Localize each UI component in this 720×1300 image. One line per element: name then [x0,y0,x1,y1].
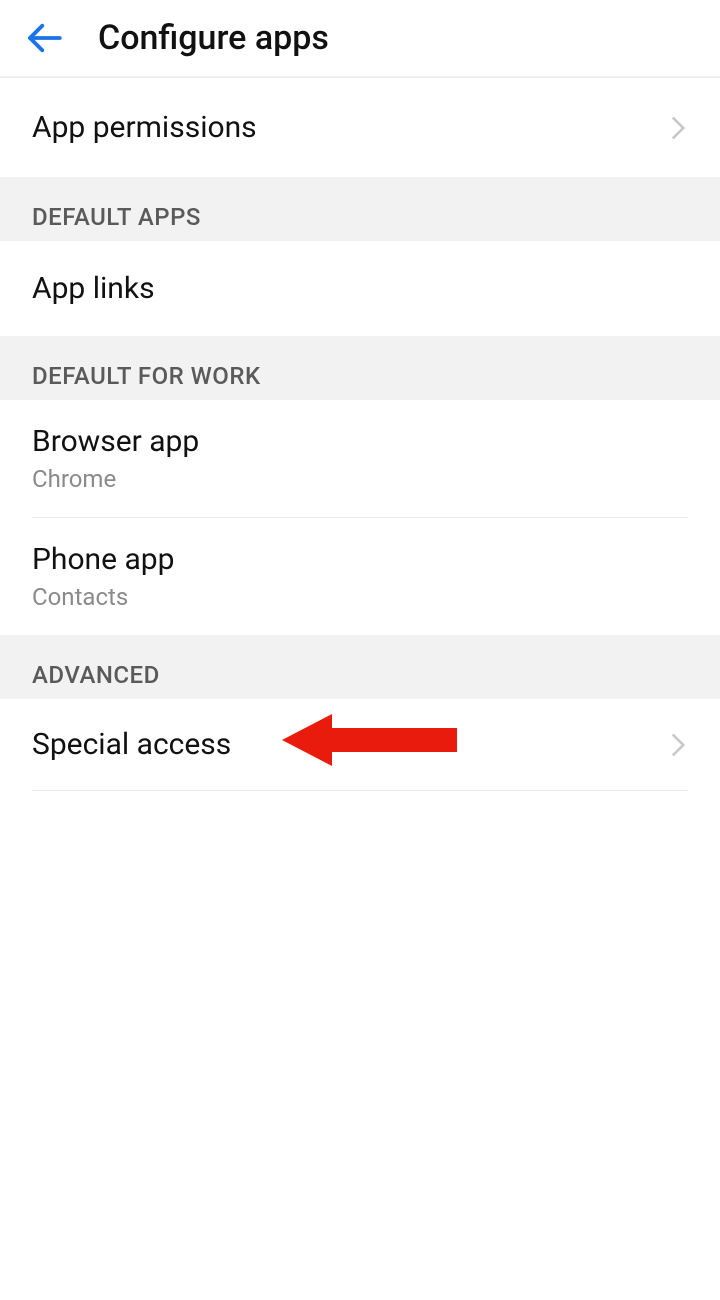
chevron-right-icon [668,114,688,142]
row-label: Special access [32,727,668,762]
row-app-permissions[interactable]: App permissions [0,78,720,177]
section-default-apps: DEFAULT APPS [0,177,720,241]
back-button[interactable] [18,12,70,64]
back-arrow-icon [23,17,65,59]
section-advanced: ADVANCED [0,635,720,699]
toolbar: Configure apps [0,0,720,78]
row-label: Browser app [32,424,688,459]
divider [32,790,688,791]
row-label: Phone app [32,542,688,577]
row-browser-app[interactable]: Browser app Chrome [0,400,720,517]
row-special-access[interactable]: Special access [0,699,720,790]
row-phone-app[interactable]: Phone app Contacts [0,518,720,635]
row-value: Contacts [32,583,688,611]
row-value: Chrome [32,465,688,493]
row-app-links[interactable]: App links [0,241,720,336]
section-default-for-work: DEFAULT FOR WORK [0,336,720,400]
row-label: App permissions [32,110,668,145]
page-title: Configure apps [98,18,329,58]
chevron-right-icon [668,731,688,759]
row-label: App links [32,271,688,306]
